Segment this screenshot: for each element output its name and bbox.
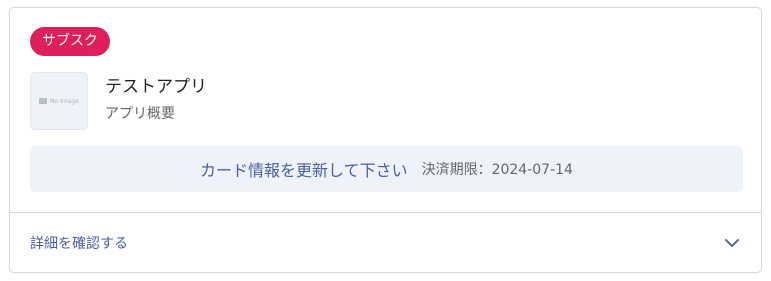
subscription-card: サブスク No Image テストアプリ アプリ概要 カード情報を更新して下さい… xyxy=(9,7,762,273)
payment-deadline: 決済期限：2024-07-14 xyxy=(421,162,573,178)
details-toggle[interactable]: 詳細を確認する xyxy=(10,213,761,273)
payment-notice: カード情報を更新して下さい 決済期限：2024-07-14 xyxy=(30,146,743,192)
image-icon xyxy=(39,98,48,104)
app-name: テストアプリ xyxy=(105,77,207,97)
details-label: 詳細を確認する xyxy=(30,236,128,252)
subscription-badge: サブスク xyxy=(30,27,110,56)
thumbnail-placeholder-text: No Image xyxy=(50,97,79,105)
app-description: アプリ概要 xyxy=(105,106,175,122)
update-card-link[interactable]: カード情報を更新して下さい xyxy=(200,157,408,181)
chevron-down-icon xyxy=(725,239,739,247)
app-thumbnail: No Image xyxy=(30,72,88,130)
